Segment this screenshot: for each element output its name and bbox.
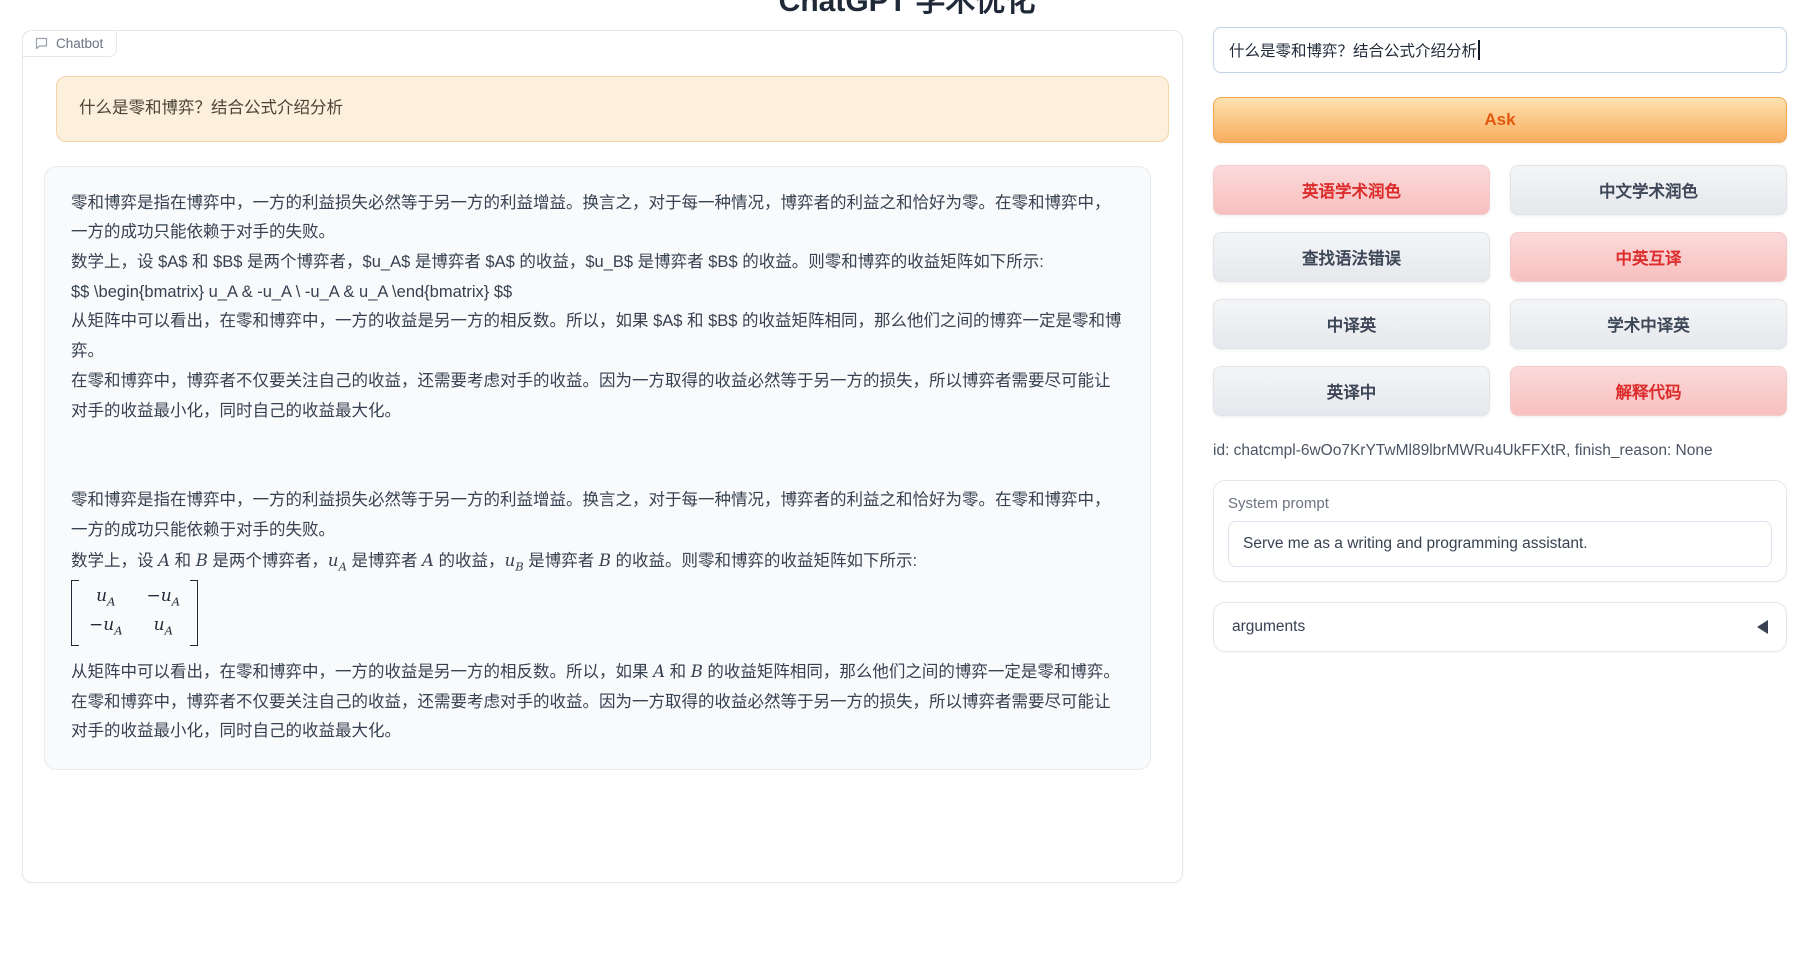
arguments-accordion[interactable]: arguments xyxy=(1213,602,1787,652)
system-prompt-input[interactable]: Serve me as a writing and programming as… xyxy=(1228,521,1772,567)
accordion-label: arguments xyxy=(1232,618,1305,636)
ask-button[interactable]: Ask xyxy=(1213,97,1787,143)
page-title: ChatGPT 学术优化 xyxy=(779,0,1036,20)
text-caret xyxy=(1478,40,1480,60)
function-button-grid: 英语学术润色 中文学术润色 查找语法错误 中英互译 中译英 学术中译英 英译中 … xyxy=(1213,165,1787,416)
control-column: 什么是零和博弈？结合公式介绍分析 Ask 英语学术润色 中文学术润色 查找语法错… xyxy=(1213,27,1787,652)
chat-bubble-icon xyxy=(34,36,49,51)
assistant-message: 零和博弈是指在博弈中，一方的利益损失必然等于另一方的利益增益。换言之，对于每一种… xyxy=(44,166,1151,770)
chatbot-panel: Chatbot 什么是零和博弈？结合公式介绍分析零和博弈是指在博弈中，一方的利益… xyxy=(22,30,1183,883)
button-en-to-zh[interactable]: 英译中 xyxy=(1213,366,1490,416)
rendered-matrix: uA−uA−uAuA xyxy=(71,580,198,647)
button-academic-zh-to-en[interactable]: 学术中译英 xyxy=(1510,299,1787,349)
chatbot-label-text: Chatbot xyxy=(56,36,103,51)
button-english-academic-polish[interactable]: 英语学术润色 xyxy=(1213,165,1490,215)
button-chinese-academic-polish[interactable]: 中文学术润色 xyxy=(1510,165,1787,215)
button-zh-to-en[interactable]: 中译英 xyxy=(1213,299,1490,349)
user-message: 什么是零和博弈？结合公式介绍分析 xyxy=(56,76,1169,142)
app-root: ChatGPT 学术优化 Chatbot 什么是零和博弈？结合公式介绍分析零和博… xyxy=(0,0,1814,961)
button-find-grammar-errors[interactable]: 查找语法错误 xyxy=(1213,232,1490,282)
system-prompt-card: System prompt Serve me as a writing and … xyxy=(1213,480,1787,582)
question-input-value: 什么是零和博弈？结合公式介绍分析 xyxy=(1229,39,1477,61)
chat-messages[interactable]: 什么是零和博弈？结合公式介绍分析零和博弈是指在博弈中，一方的利益损失必然等于另一… xyxy=(23,57,1182,882)
system-prompt-value: Serve me as a writing and programming as… xyxy=(1243,535,1588,553)
question-input[interactable]: 什么是零和博弈？结合公式介绍分析 xyxy=(1213,27,1787,73)
chatbot-label: Chatbot xyxy=(22,30,117,57)
button-zh-en-mutual-translate[interactable]: 中英互译 xyxy=(1510,232,1787,282)
left-triangle-icon xyxy=(1757,620,1768,634)
button-explain-code[interactable]: 解释代码 xyxy=(1510,366,1787,416)
system-prompt-label: System prompt xyxy=(1228,495,1772,512)
completion-id-text: id: chatcmpl-6wOo7KrYTwMl89lbrMWRu4UkFFX… xyxy=(1213,442,1787,460)
